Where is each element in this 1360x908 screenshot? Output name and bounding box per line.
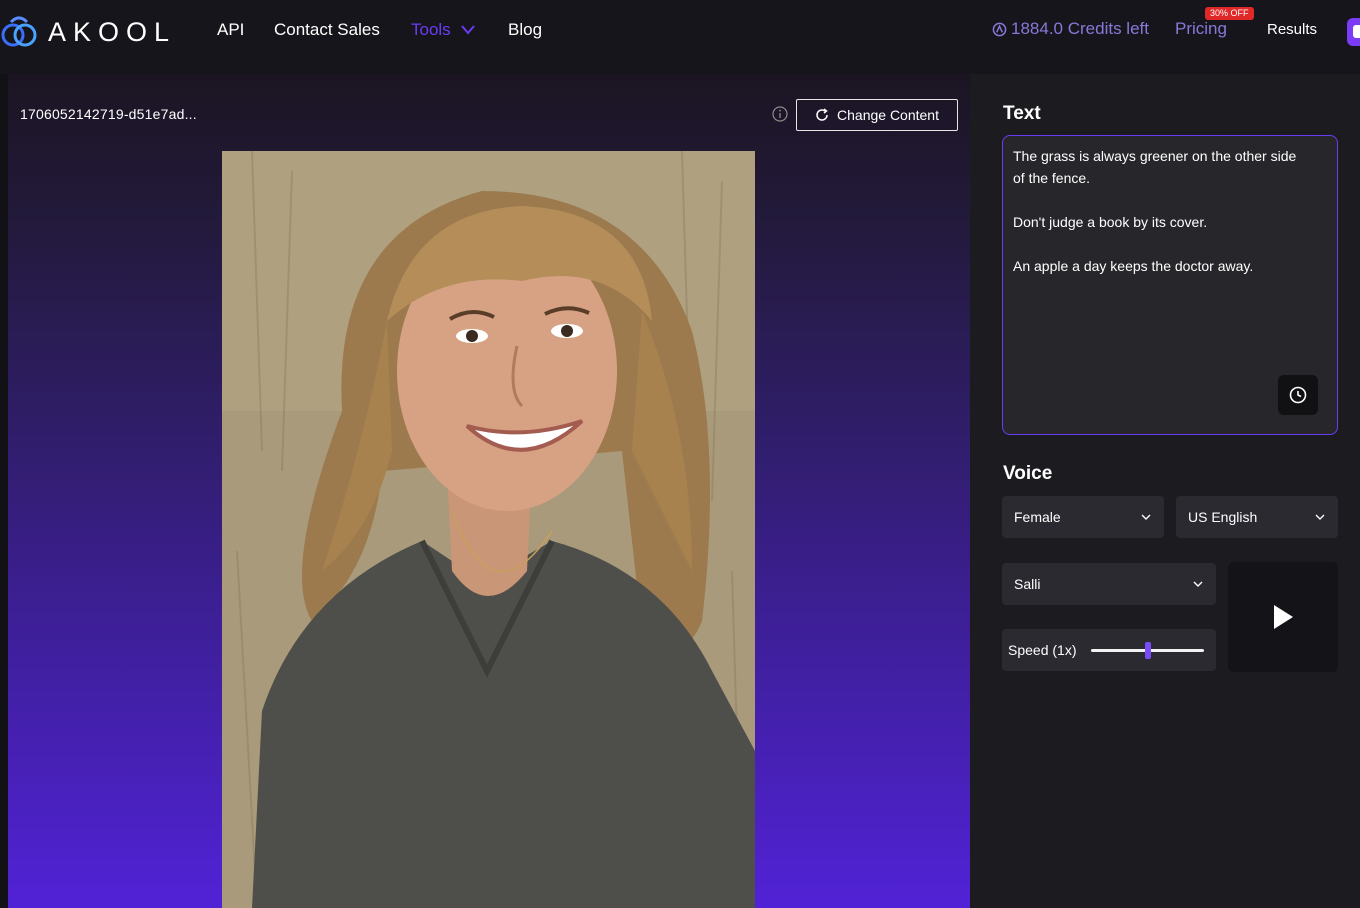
nav-blog[interactable]: Blog (508, 19, 542, 41)
nav-tools[interactable]: Tools (411, 19, 451, 41)
nav-api[interactable]: API (217, 19, 244, 41)
akool-logo-icon (1, 16, 37, 47)
script-line: Don't judge a book by its cover. (1013, 214, 1208, 230)
speed-control: Speed (1x) (1002, 629, 1216, 671)
script-line: of the fence. (1013, 170, 1091, 186)
voice-section-title: Voice (1003, 463, 1053, 484)
logo-text: AKOOL (48, 16, 177, 47)
credits-coin-icon (992, 22, 1007, 36)
voice-name-value: Salli (1014, 576, 1041, 592)
language-select[interactable]: US English (1176, 496, 1338, 538)
speed-label: Speed (1x) (1008, 642, 1077, 658)
voice-name-select[interactable]: Salli (1002, 563, 1216, 605)
nav-pricing[interactable]: Pricing (1175, 19, 1227, 39)
change-content-label: Change Content (837, 107, 939, 123)
nav-results[interactable]: Results (1267, 21, 1317, 38)
discount-badge: 30% OFF (1205, 7, 1254, 20)
akool-logo[interactable]: AKOOL (0, 12, 176, 52)
chevron-down-icon (1315, 514, 1325, 520)
top-navigation-bar: AKOOL API Contact Sales Tools Blog 1884.… (0, 0, 1360, 74)
history-button[interactable] (1278, 375, 1318, 415)
text-section-title: Text (1003, 103, 1041, 124)
avatar[interactable] (1347, 18, 1360, 46)
portrait-illustration (222, 151, 755, 908)
play-icon (1274, 605, 1293, 629)
script-line: An apple a day keeps the doctor away. (1013, 258, 1254, 274)
change-content-button[interactable]: Change Content (796, 99, 958, 131)
script-line: The grass is always greener on the other… (1013, 148, 1297, 164)
credits-label: 1884.0 Credits left (1011, 19, 1149, 38)
credits-display[interactable]: 1884.0 Credits left (992, 19, 1149, 39)
play-preview-button[interactable] (1228, 562, 1338, 672)
nav-contact-sales[interactable]: Contact Sales (274, 19, 380, 41)
chevron-down-icon[interactable] (460, 20, 476, 40)
info-icon[interactable] (772, 106, 788, 122)
speed-slider-thumb[interactable] (1144, 642, 1151, 659)
gender-value: Female (1014, 509, 1061, 525)
chevron-down-icon (1141, 514, 1151, 520)
file-name: 1706052142719-d51e7ad... (20, 106, 197, 122)
chevron-down-icon (1193, 581, 1203, 587)
clock-icon (1289, 386, 1307, 404)
language-value: US English (1188, 509, 1258, 525)
refresh-icon (816, 108, 828, 121)
gender-select[interactable]: Female (1002, 496, 1164, 538)
portrait-image (222, 151, 755, 908)
left-edge-strip (0, 74, 8, 908)
